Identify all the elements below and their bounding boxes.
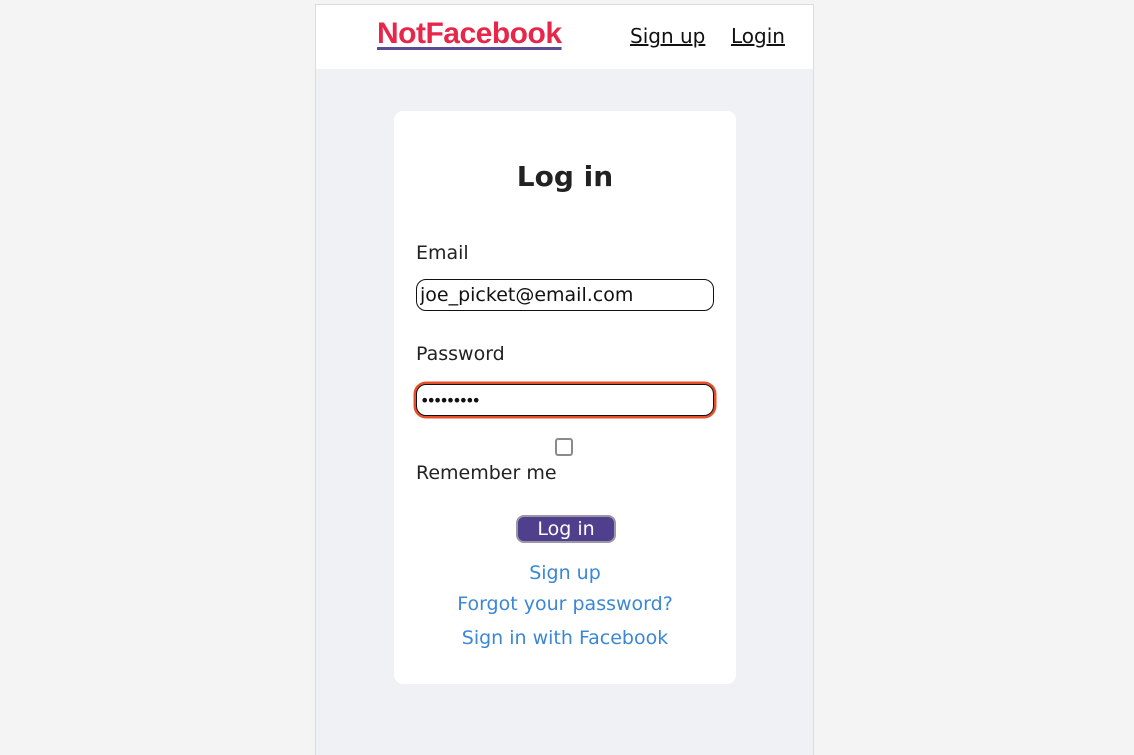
remember-me-checkbox[interactable] <box>555 438 573 456</box>
login-title: Log in <box>516 160 614 193</box>
login-submit-button[interactable]: Log in <box>516 515 616 543</box>
brand-logo-link[interactable]: NotFacebook <box>377 17 562 51</box>
password-label: Password <box>416 343 505 365</box>
facebook-signin-link[interactable]: Sign in with Facebook <box>394 627 736 649</box>
login-card: Log in Email Password Remember me Log in… <box>394 111 736 684</box>
nav-signup-link[interactable]: Sign up <box>630 24 705 48</box>
nav-login-link[interactable]: Login <box>731 24 785 48</box>
forgot-password-link[interactable]: Forgot your password? <box>394 593 736 615</box>
email-label: Email <box>416 242 469 264</box>
password-input[interactable] <box>416 384 714 416</box>
app-frame: NotFacebook Sign up Login Log in Email P… <box>315 4 814 755</box>
email-input[interactable] <box>416 279 714 311</box>
signup-link[interactable]: Sign up <box>394 562 736 584</box>
remember-me-label: Remember me <box>416 462 557 484</box>
top-navigation-bar: NotFacebook Sign up Login <box>316 5 813 69</box>
